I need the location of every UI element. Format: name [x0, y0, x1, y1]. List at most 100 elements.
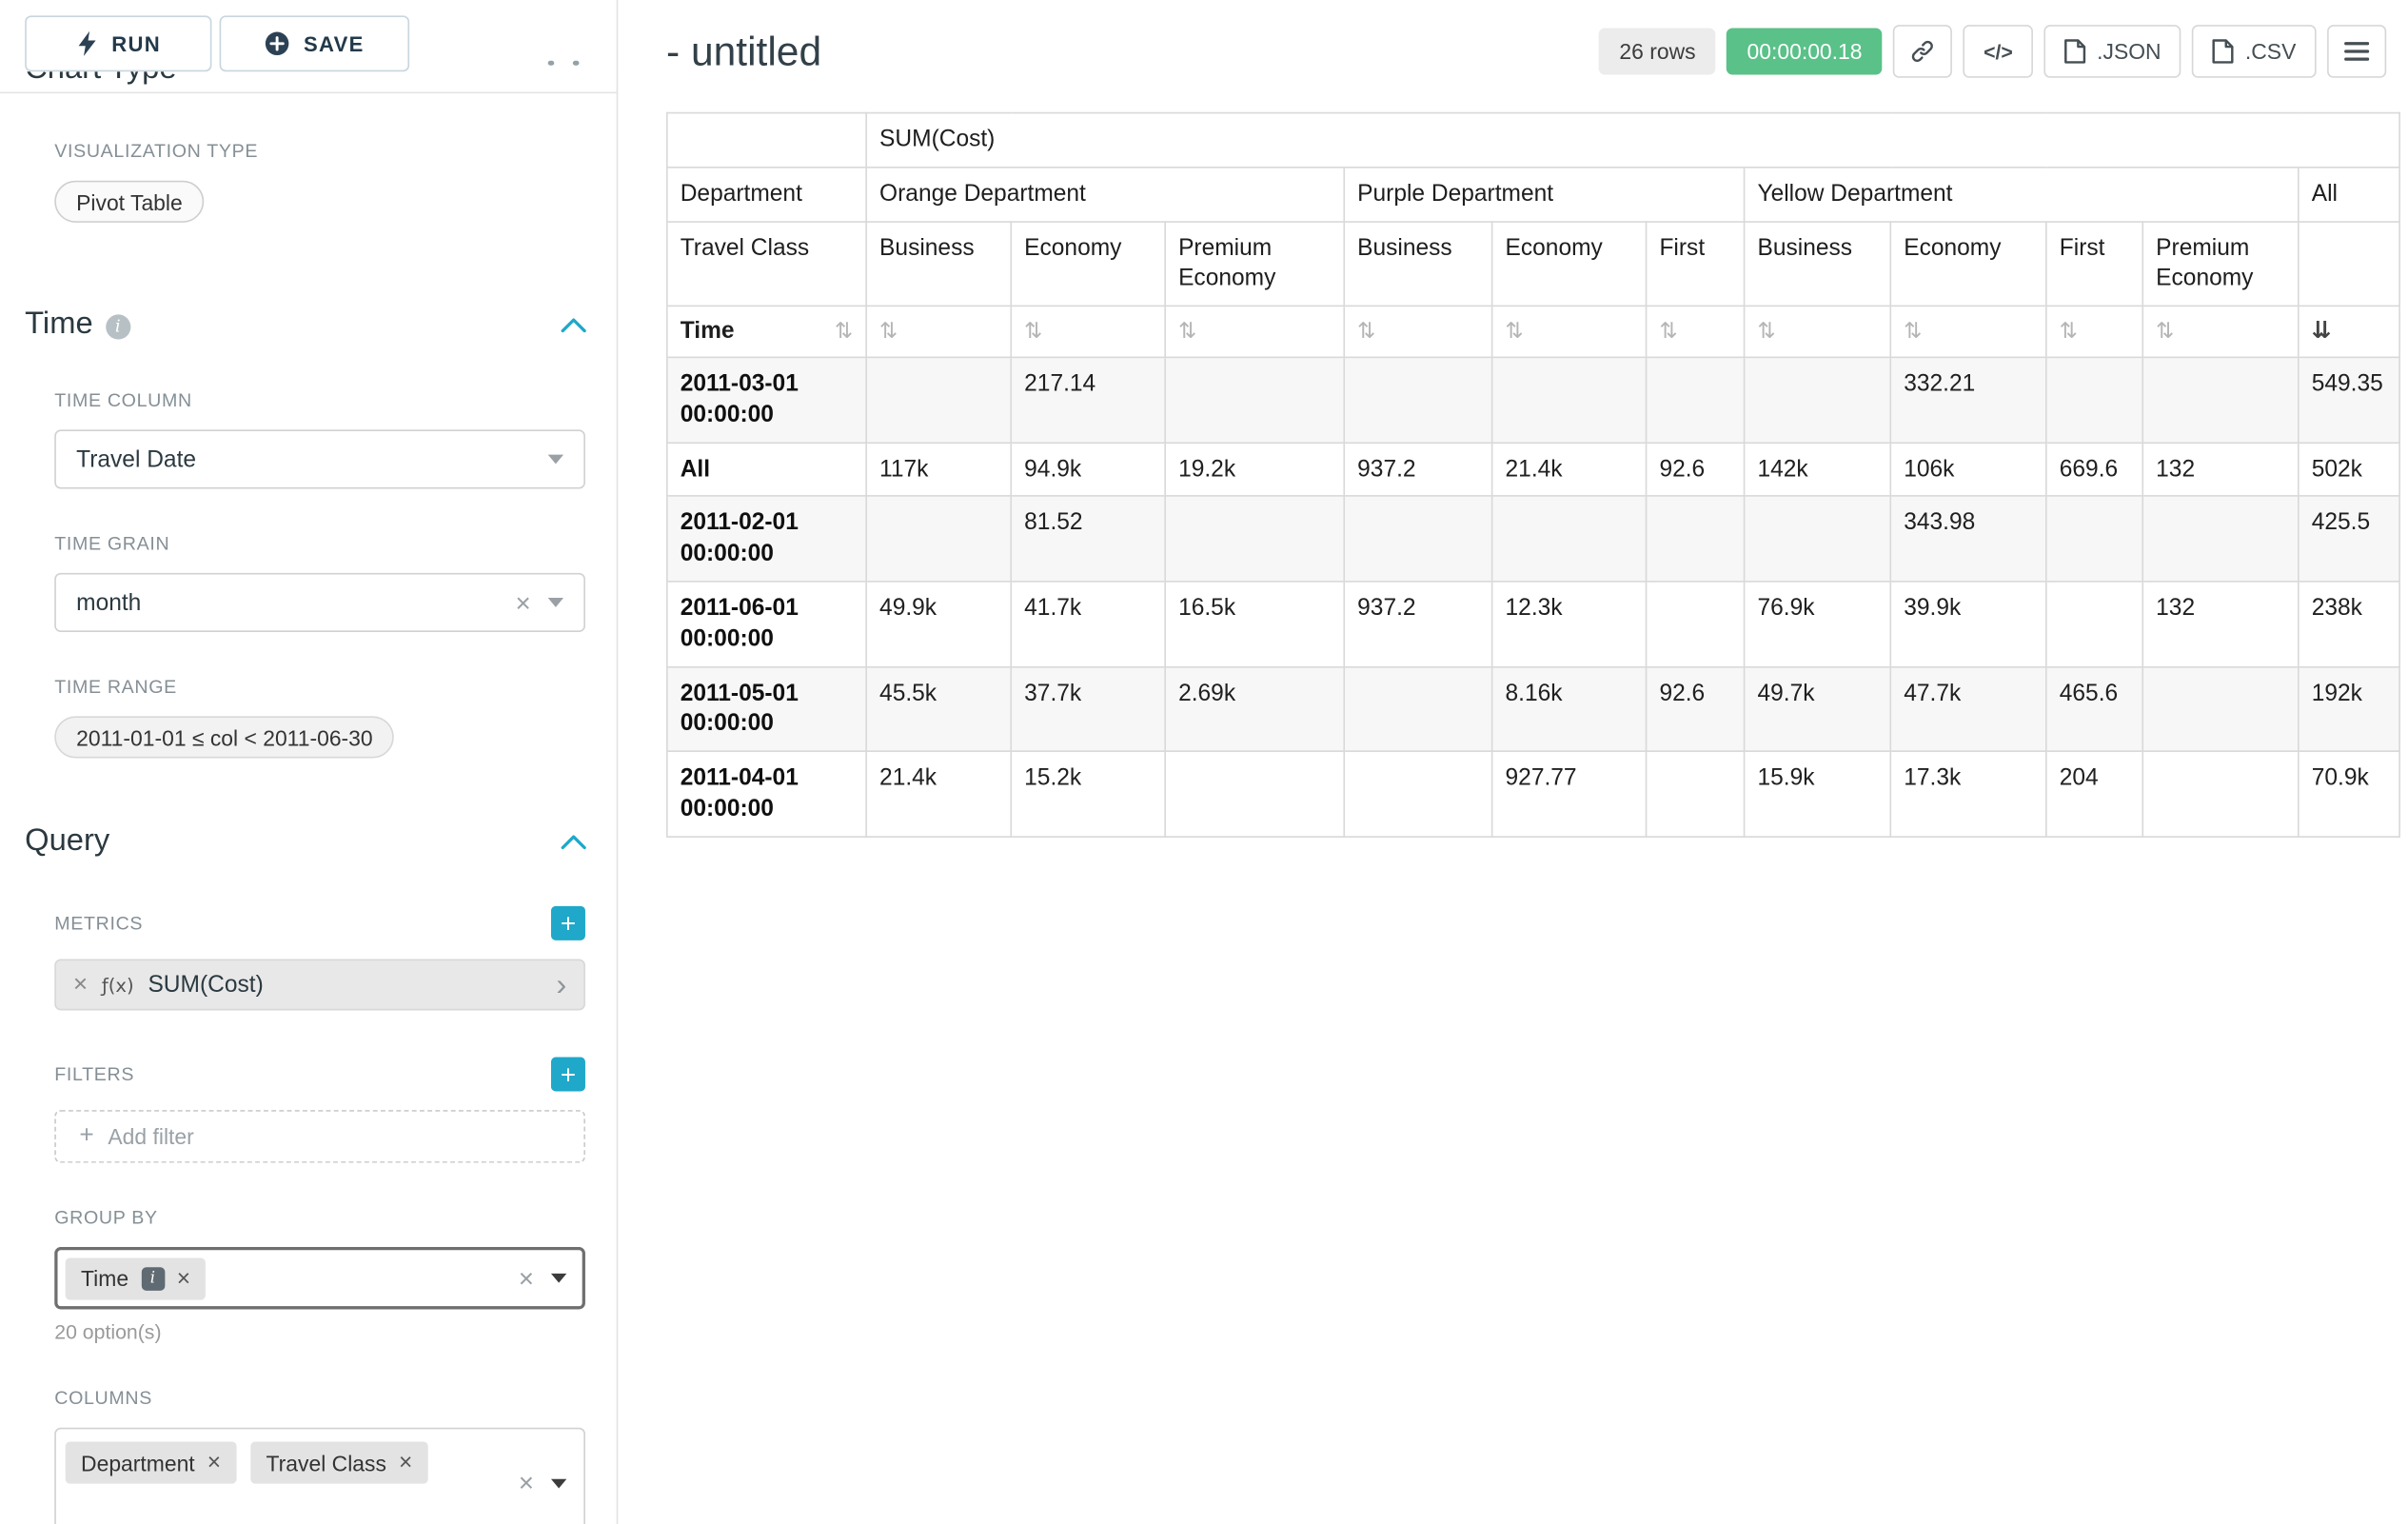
time-grain-label: TIME GRAIN: [54, 532, 585, 554]
pivot-value-cell: [2142, 497, 2299, 582]
export-csv-button[interactable]: .CSV: [2192, 25, 2316, 78]
group-by-select[interactable]: Time i × ×: [54, 1247, 585, 1309]
clear-icon[interactable]: ×: [515, 589, 530, 616]
pivot-value-cell: 142k: [1745, 443, 1891, 497]
row-count-badge: 26 rows: [1599, 28, 1716, 74]
sort-icon[interactable]: ⇅: [1659, 320, 1677, 345]
share-link-button[interactable]: [1893, 25, 1952, 78]
pivot-class-header: Economy: [1011, 221, 1165, 306]
pivot-value-cell: 425.5: [2299, 497, 2399, 582]
run-button[interactable]: RUN: [25, 15, 211, 71]
columns-tag[interactable]: Travel Class ×: [250, 1441, 428, 1483]
pivot-class-header: First: [2046, 221, 2142, 306]
pivot-value-cell: 16.5k: [1165, 582, 1344, 666]
time-column-select[interactable]: Travel Date: [54, 429, 585, 488]
remove-tag-icon[interactable]: ×: [207, 1451, 221, 1475]
pivot-value-cell: [1344, 497, 1491, 582]
pivot-class-header: Business: [1344, 221, 1491, 306]
pivot-sort-cell: ⇅: [1745, 307, 1891, 358]
group-by-tag[interactable]: Time i ×: [66, 1257, 207, 1299]
pivot-value-cell: [2142, 357, 2299, 442]
time-column-label: TIME COLUMN: [54, 389, 585, 411]
pivot-value-cell: [1492, 357, 1647, 442]
pivot-value-cell: 132: [2142, 582, 2299, 666]
info-icon: i: [141, 1266, 165, 1290]
export-json-button[interactable]: .JSON: [2044, 25, 2181, 78]
sort-icon[interactable]: ⇅: [1904, 320, 1922, 345]
pivot-value-cell: 15.2k: [1011, 751, 1165, 836]
pivot-sort-cell: ⇅: [2142, 307, 2299, 358]
chevron-up-icon[interactable]: [561, 834, 587, 849]
sort-icon[interactable]: ⇅: [1506, 320, 1524, 345]
pivot-value-cell: 117k: [866, 443, 1011, 497]
pivot-department-label: Department: [667, 167, 866, 221]
sort-icon[interactable]: ⇅: [1357, 320, 1375, 345]
results-toolbar: 26 rows 00:00:00.18 </> .JSON: [1599, 25, 2386, 78]
metrics-label: METRICS: [54, 912, 143, 934]
columns-select[interactable]: Department × Travel Class × ×: [54, 1428, 585, 1524]
sort-icon[interactable]: ⇅: [835, 321, 853, 343]
columns-tag[interactable]: Department ×: [66, 1441, 237, 1483]
pivot-value-cell: 927.77: [1492, 751, 1647, 836]
pivot-value-cell: [1745, 497, 1891, 582]
clear-icon[interactable]: ×: [519, 1265, 534, 1292]
remove-tag-icon[interactable]: ×: [399, 1451, 412, 1475]
query-section-header: Query: [0, 823, 617, 860]
sort-icon[interactable]: ⇅: [1024, 320, 1042, 345]
pivot-value-cell: 669.6: [2046, 443, 2142, 497]
pivot-class-header: Business: [1745, 221, 1891, 306]
pivot-value-cell: 47.7k: [1890, 666, 2046, 751]
pivot-row-label: 2011-05-01 00:00:00: [667, 666, 866, 751]
query-timer-badge: 00:00:00.18: [1727, 28, 1882, 74]
menu-button[interactable]: [2327, 25, 2386, 78]
remove-metric-icon[interactable]: ×: [73, 972, 88, 997]
pivot-value-cell: [1745, 357, 1891, 442]
add-filter-button[interactable]: + Add filter: [54, 1110, 585, 1163]
pivot-sort-cell: ⇅: [1492, 307, 1647, 358]
clear-icon[interactable]: ×: [519, 1470, 534, 1496]
pivot-value-cell: [1492, 497, 1647, 582]
add-filter-plus-button[interactable]: +: [551, 1058, 585, 1092]
pivot-value-cell: 81.52: [1011, 497, 1165, 582]
pivot-data-row: 2011-06-01 00:00:0049.9k41.7k16.5k937.21…: [667, 582, 2399, 666]
pivot-table: SUM(Cost)DepartmentOrange DepartmentPurp…: [666, 112, 2400, 838]
section-divider: [0, 91, 617, 93]
chevron-up-icon[interactable]: [561, 317, 587, 332]
sort-icon[interactable]: ⇅: [879, 320, 898, 345]
visualization-type-pill[interactable]: Pivot Table: [54, 181, 204, 223]
pivot-class-header: First: [1647, 221, 1745, 306]
results-table-wrap: SUM(Cost)DepartmentOrange DepartmentPurp…: [666, 112, 2386, 838]
chart-title[interactable]: - untitled: [666, 28, 1599, 76]
pivot-value-cell: 502k: [2299, 443, 2399, 497]
view-query-button[interactable]: </>: [1964, 25, 2033, 78]
sort-icon[interactable]: ⇅: [2060, 320, 2078, 345]
pivot-sort-cell: ⇅: [1165, 307, 1344, 358]
pivot-group-header: Yellow Department: [1745, 167, 2299, 221]
metric-chip[interactable]: × ƒ(x) SUM(Cost) ›: [54, 959, 585, 1010]
pivot-value-cell: 937.2: [1344, 443, 1491, 497]
chevron-down-icon: [551, 1274, 566, 1283]
sort-icon[interactable]: ⇅: [1757, 320, 1775, 345]
remove-tag-icon[interactable]: ×: [177, 1266, 190, 1290]
code-icon: </>: [1984, 40, 2013, 64]
time-grain-select[interactable]: month ×: [54, 573, 585, 632]
pivot-metric-header: SUM(Cost): [866, 113, 2399, 168]
pivot-value-cell: 39.9k: [1890, 582, 2046, 666]
time-section-header: Time i: [0, 307, 617, 343]
chevron-down-icon: [551, 1478, 566, 1488]
save-button[interactable]: SAVE: [220, 15, 410, 71]
pivot-sort-cell: ⇅: [1890, 307, 2046, 358]
pivot-row-label: All: [667, 443, 866, 497]
chevron-right-icon[interactable]: ›: [556, 969, 566, 1000]
chart-panel: - untitled 26 rows 00:00:00.18 </> .JSON: [618, 0, 2408, 1524]
run-button-label: RUN: [111, 32, 161, 56]
sort-desc-icon[interactable]: ⇊: [2312, 316, 2332, 344]
function-icon: ƒ(x): [102, 974, 134, 996]
pivot-data-row: 2011-05-01 00:00:0045.5k37.7k2.69k8.16k9…: [667, 666, 2399, 751]
tag-label: Department: [81, 1450, 195, 1475]
add-metric-button[interactable]: +: [551, 906, 585, 940]
sort-icon[interactable]: ⇅: [1178, 320, 1196, 345]
sort-icon[interactable]: ⇅: [2156, 320, 2174, 345]
pivot-group-header: Purple Department: [1344, 167, 1744, 221]
time-range-pill[interactable]: 2011-01-01 ≤ col < 2011-06-30: [54, 716, 394, 758]
